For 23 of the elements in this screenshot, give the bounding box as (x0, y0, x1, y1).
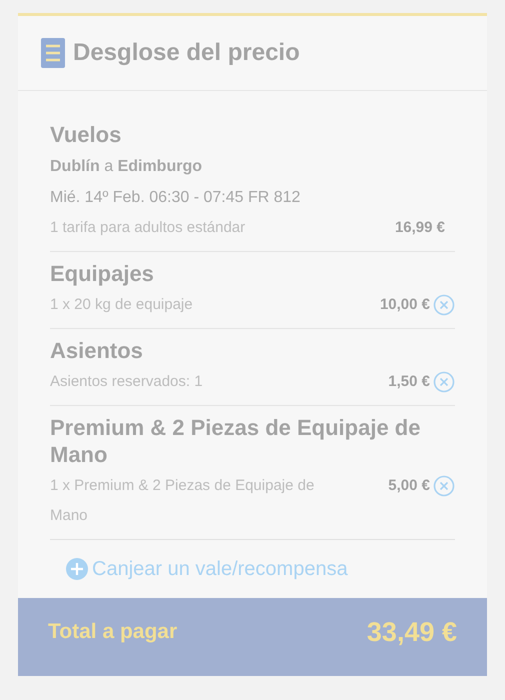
voucher-link[interactable]: Canjear un vale/recompensa (66, 554, 348, 584)
section-title: Premium & 2 Piezas de Equipaje de Mano (50, 414, 422, 468)
item-label: 1 x 20 kg de equipaje (50, 295, 193, 315)
section-title: Equipajes (50, 260, 155, 287)
flight-detail: Dublín a Edimburgo (50, 157, 203, 177)
remove-icon[interactable] (433, 294, 455, 316)
item-price: 10,00 € (380, 295, 430, 315)
item-label: 1 tarifa para adultos estándar (50, 218, 246, 238)
remove-icon[interactable] (433, 371, 455, 394)
total-label: Total a pagar (48, 619, 178, 646)
item-price: 1,50 € (388, 372, 430, 392)
item-price: 16,99 € (394, 218, 445, 238)
section-title: Asientos (50, 337, 144, 364)
total-amount: 33,49 € (366, 616, 457, 649)
item-label: 1 x Premium & 2 Piezas de Equipaje de Mano (50, 476, 316, 526)
card-title: Desglose del precio (73, 38, 300, 68)
item-price: 5,00 € (388, 476, 430, 496)
list-icon (41, 38, 65, 68)
item-label: Asientos reservados: 1 (50, 372, 203, 392)
section-title: Vuelos (50, 121, 122, 148)
plus-icon (66, 558, 88, 580)
flight-detail: Mié. 14º Feb. 06:30 - 07:45 FR 812 (50, 188, 302, 208)
remove-icon[interactable] (433, 475, 455, 498)
